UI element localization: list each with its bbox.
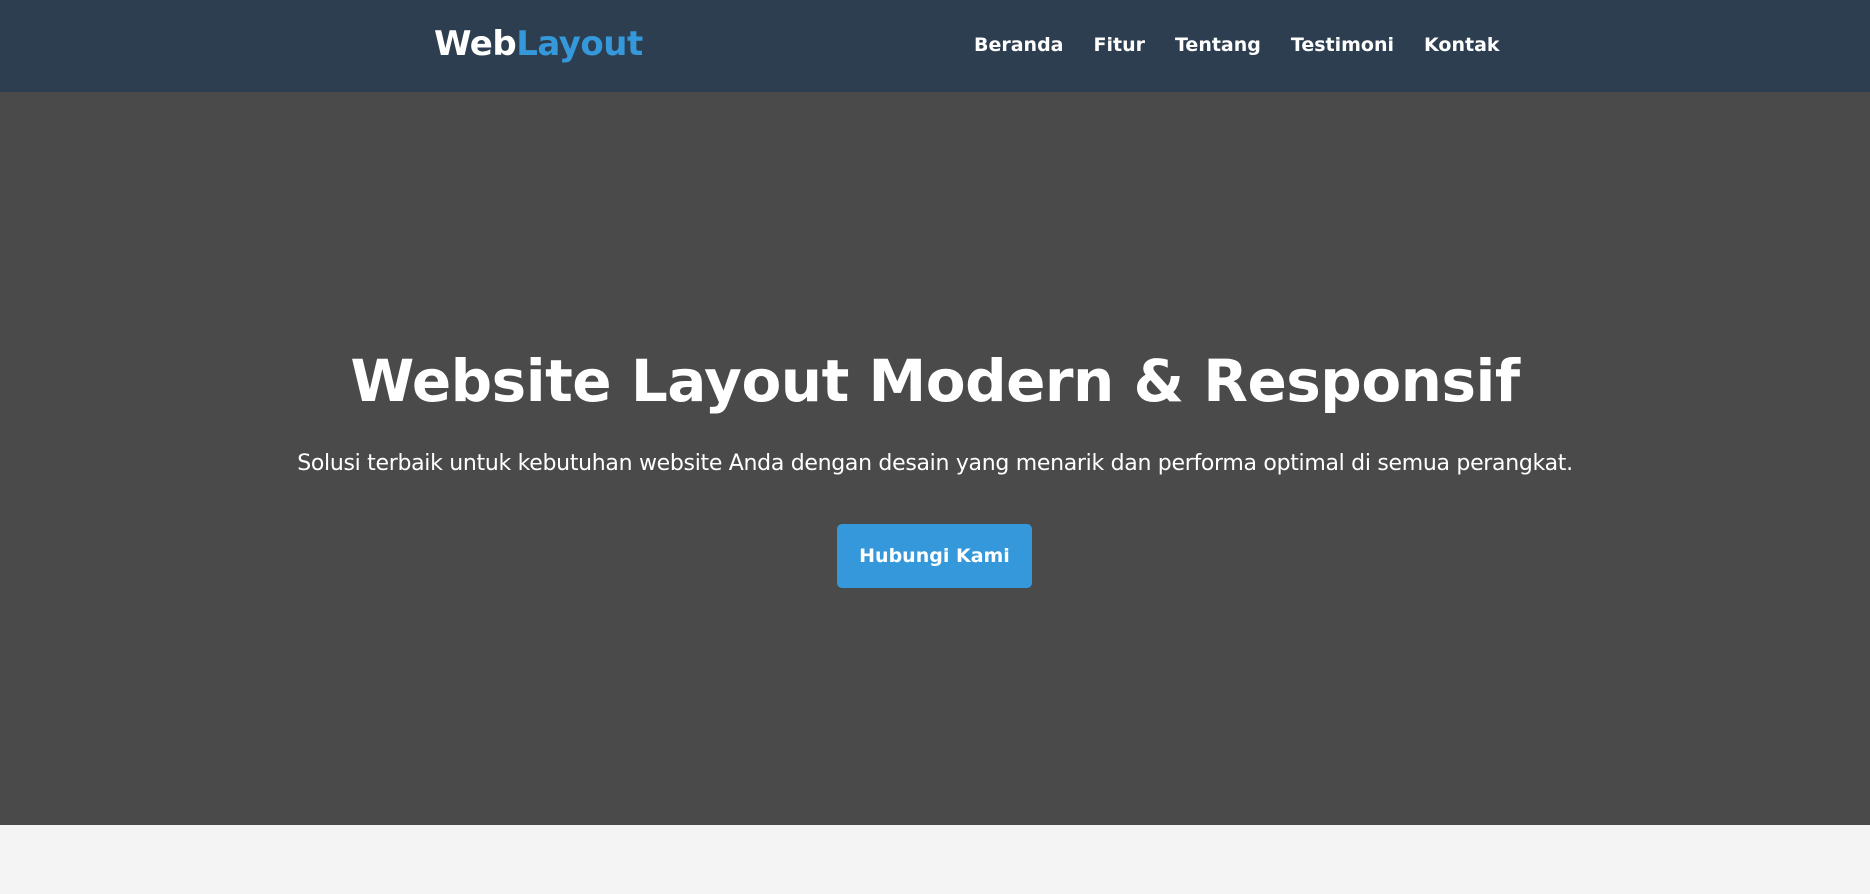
nav-link-fitur[interactable]: Fitur (1094, 30, 1145, 60)
site-header: WebLayout Beranda Fitur Tentang Testimon… (0, 0, 1870, 92)
hero-title: Website Layout Modern & Responsif (350, 347, 1520, 415)
nav-link-beranda[interactable]: Beranda (974, 30, 1064, 60)
site-logo[interactable]: WebLayout (434, 20, 643, 68)
hero-section: Website Layout Modern & Responsif Solusi… (0, 92, 1870, 825)
logo-text-web: Web (434, 24, 517, 64)
contact-us-button[interactable]: Hubungi Kami (837, 524, 1032, 588)
nav-link-testimoni[interactable]: Testimoni (1291, 30, 1394, 60)
logo-text-layout: Layout (516, 24, 643, 64)
hero-subtitle: Solusi terbaik untuk kebutuhan website A… (297, 451, 1573, 476)
nav-link-tentang[interactable]: Tentang (1175, 30, 1261, 60)
next-section-background (0, 825, 1870, 894)
nav-link-kontak[interactable]: Kontak (1424, 30, 1500, 60)
main-navigation: Beranda Fitur Tentang Testimoni Kontak (974, 30, 1500, 60)
